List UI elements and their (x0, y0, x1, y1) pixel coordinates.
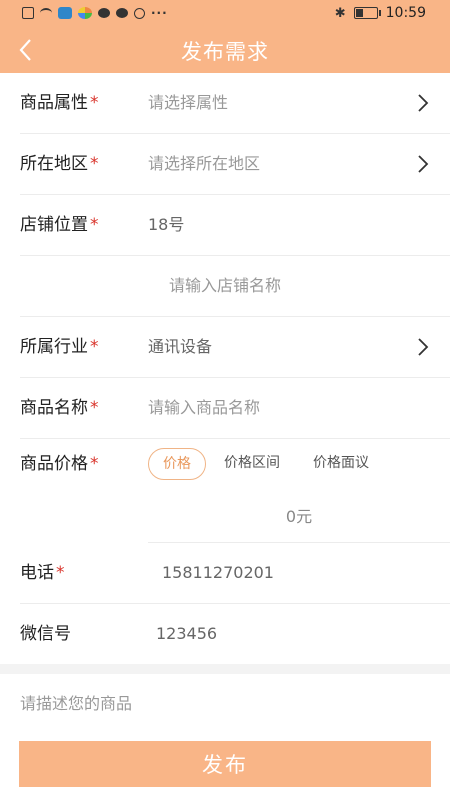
shop-location-row: 店铺位置 * 18号 (20, 195, 450, 256)
price-label: 商品价格 * (20, 454, 99, 474)
attribute-select[interactable]: 请选择属性 (148, 73, 228, 133)
phone-label: 电话 * (20, 563, 65, 583)
status-time: 10:59 (385, 5, 426, 21)
section-divider (0, 664, 450, 674)
shop-location-input[interactable]: 18号 (148, 195, 184, 255)
wifi-icon (40, 8, 52, 18)
industry-label: 所属行业 * (20, 337, 99, 357)
chevron-right-icon (416, 92, 430, 114)
phone-input[interactable]: 15811270201 (162, 543, 274, 603)
phone-row: 电话 * 15811270201 (20, 543, 450, 604)
product-name-input[interactable]: 请输入商品名称 (148, 378, 260, 438)
status-icons-left: ··· (22, 6, 168, 20)
required-mark: * (90, 93, 99, 113)
region-label: 所在地区 * (20, 154, 99, 174)
app-icon (58, 7, 72, 19)
status-icons-right: ✱ 10:59 (335, 5, 426, 21)
bluetooth-icon: ✱ (334, 5, 346, 21)
chevron-right-icon (416, 153, 430, 175)
battery-icon (353, 7, 381, 19)
required-mark: * (56, 563, 65, 583)
product-name-label: 商品名称 * (20, 398, 99, 418)
status-bar: ··· ✱ 10:59 (0, 0, 450, 28)
attribute-label: 商品属性 * (20, 93, 99, 113)
price-option-range[interactable]: 价格区间 (210, 448, 294, 480)
price-option-fixed[interactable]: 价格 (148, 448, 206, 480)
required-mark: * (90, 215, 99, 235)
publish-button[interactable]: 发布 (19, 741, 431, 787)
shop-location-label: 店铺位置 * (20, 215, 99, 235)
product-name-row: 商品名称 * 请输入商品名称 (20, 378, 450, 439)
sim-icon (22, 7, 34, 19)
chat-icon (116, 8, 128, 18)
industry-select[interactable]: 通讯设备 (148, 317, 212, 377)
required-mark: * (90, 154, 99, 174)
required-mark: * (90, 398, 99, 418)
colorful-app-icon (78, 7, 92, 19)
description-input[interactable]: 请描述您的商品 (20, 690, 132, 714)
ring-icon (134, 7, 145, 19)
region-row[interactable]: 所在地区 * 请选择所在地区 (20, 134, 450, 195)
wechat-icon (98, 8, 110, 18)
chevron-right-icon (416, 336, 430, 358)
required-mark: * (90, 337, 99, 357)
region-select[interactable]: 请选择所在地区 (148, 134, 260, 194)
wechat-label: 微信号 (20, 624, 71, 644)
wechat-row: 微信号 123456 (20, 604, 450, 664)
price-option-negotiable[interactable]: 价格面议 (299, 448, 383, 480)
wechat-input[interactable]: 123456 (156, 604, 217, 664)
header-bar: ··· ✱ 10:59 发布需求 (0, 0, 450, 73)
required-mark: * (90, 454, 99, 474)
price-input[interactable]: 0元 (148, 492, 450, 543)
page-title: 发布需求 (181, 40, 269, 64)
price-row: 商品价格 * 价格 价格区间 价格面议 (20, 436, 450, 492)
more-indicator: ··· (151, 6, 168, 20)
shop-name-row: 请输入店铺名称 (20, 256, 450, 317)
nav-bar: 发布需求 (0, 28, 450, 73)
battery-level (355, 9, 364, 17)
industry-row[interactable]: 所属行业 * 通讯设备 (20, 317, 450, 378)
shop-name-input[interactable]: 请输入店铺名称 (20, 256, 430, 316)
attribute-row[interactable]: 商品属性 * 请选择属性 (20, 73, 450, 134)
